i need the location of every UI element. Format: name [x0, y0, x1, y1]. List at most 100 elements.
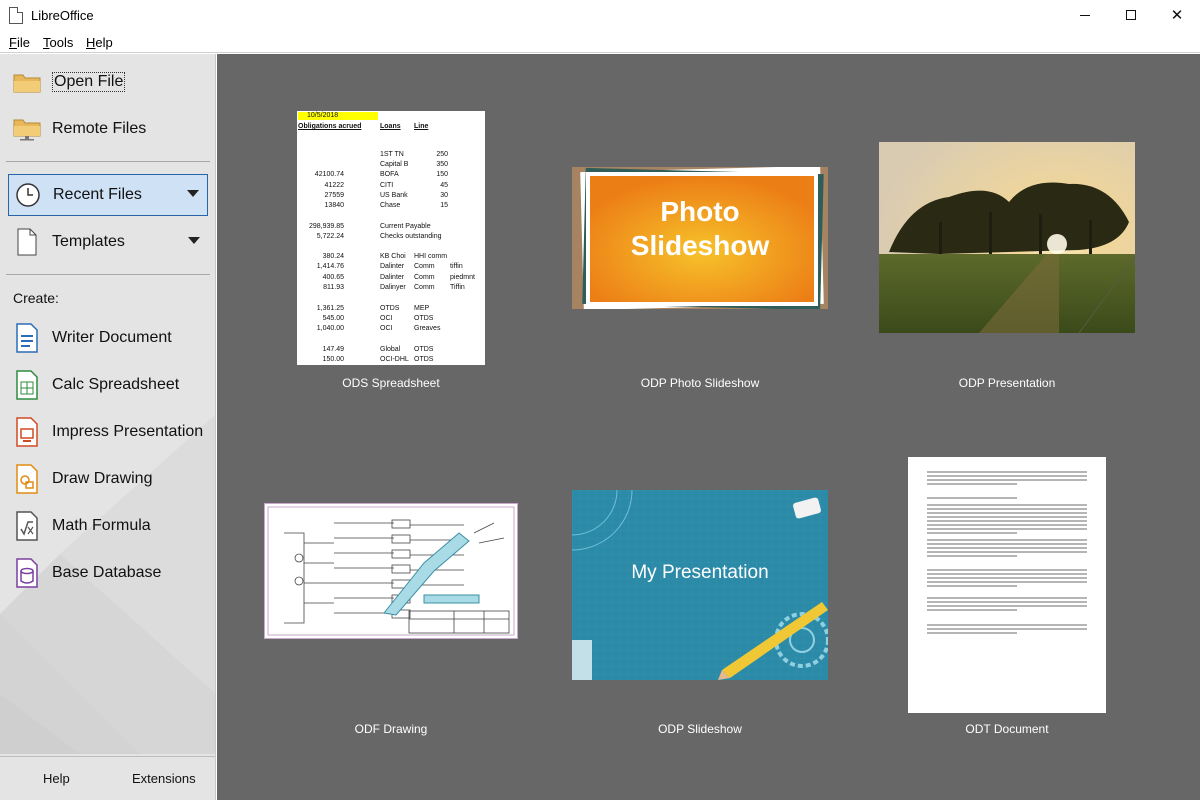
text-line [927, 520, 1087, 522]
text-line [927, 569, 1087, 571]
templates-label: Templates [52, 233, 125, 250]
sheet-cell: OTDS [380, 305, 400, 312]
text-line [927, 609, 1017, 611]
open-file-label: Open File [52, 72, 126, 92]
sheet-cell: BOFA [380, 171, 399, 178]
create-impress-presentation-button[interactable]: Impress Presentation [8, 412, 208, 452]
text-line [927, 601, 1087, 603]
sheet-cell: Current Payable [380, 223, 431, 230]
recent-document-thumbnail[interactable] [264, 503, 518, 639]
sheet-cell: Global [380, 346, 401, 353]
sidebar-divider [6, 274, 210, 275]
chevron-down-icon[interactable] [187, 190, 199, 197]
sheet-cell: OTDS [414, 315, 434, 322]
menu-bar: File Tools Help [0, 32, 1200, 53]
base-database-label: Base Database [52, 564, 162, 581]
menu-tools[interactable]: Tools [43, 35, 73, 50]
recent-document-thumbnail[interactable] [908, 457, 1106, 713]
recent-files-label: Recent Files [53, 186, 142, 203]
text-line [927, 581, 1087, 583]
recent-document-thumbnail[interactable]: Photo Slideshow [572, 165, 828, 311]
sheet-cell: 1,040.00 [316, 325, 344, 332]
create-heading: Create: [13, 290, 59, 306]
recent-document-caption: ODS Spreadsheet [342, 376, 440, 390]
folder-icon [12, 67, 42, 97]
writer-document-icon [12, 323, 42, 353]
writer-document-label: Writer Document [52, 329, 172, 346]
recent-document-thumbnail[interactable]: My Presentation [572, 490, 828, 680]
text-line [927, 573, 1087, 575]
menu-help-accel: H [86, 35, 96, 50]
text-line [927, 624, 1087, 626]
sheet-cell: 42100.74 [314, 171, 344, 178]
sheet-cell: 1ST TN [380, 151, 404, 158]
sheet-cell: Dalinter [380, 263, 405, 270]
help-button[interactable]: Help [43, 771, 70, 786]
start-center-sidebar: Open File Remote Files Recent Files Temp… [0, 54, 216, 800]
minimize-button[interactable] [1062, 0, 1108, 30]
menu-file[interactable]: File [9, 35, 30, 50]
templates-button[interactable]: Templates [8, 222, 208, 262]
chevron-down-icon[interactable] [188, 237, 200, 244]
sheet-cell: OCI [380, 325, 393, 332]
text-line [927, 475, 1087, 477]
create-draw-drawing-button[interactable]: Draw Drawing [8, 459, 208, 499]
recent-documents-view: 10/5/2018 Obligations acrued Loans Line … [217, 54, 1200, 800]
sheet-cell: 13840 [324, 202, 344, 209]
text-line [927, 632, 1017, 634]
text-line [927, 508, 1087, 510]
create-math-formula-button[interactable]: Math Formula [8, 506, 208, 546]
text-line [927, 512, 1087, 514]
calc-spreadsheet-icon [12, 370, 42, 400]
sheet-cell: 380.24 [322, 253, 344, 260]
sheet-cell: US Bank [380, 192, 408, 199]
base-database-icon [12, 558, 42, 588]
create-writer-document-button[interactable]: Writer Document [8, 318, 208, 358]
sheet-cell: 150 [436, 171, 448, 178]
clock-icon [13, 180, 43, 210]
math-formula-label: Math Formula [52, 517, 151, 534]
sidebar-footer: Help Extensions [0, 756, 215, 800]
impress-presentation-icon [12, 417, 42, 447]
text-line [927, 628, 1087, 630]
open-file-button[interactable]: Open File [8, 62, 208, 102]
extensions-button[interactable]: Extensions [132, 771, 196, 786]
sheet-cell: 250 [436, 151, 448, 158]
text-line [927, 483, 1017, 485]
remote-files-button[interactable]: Remote Files [8, 109, 208, 149]
sheet-cell: 15 [440, 202, 448, 209]
close-button[interactable]: ✕ [1154, 0, 1200, 30]
my-presentation-preview [572, 490, 828, 680]
create-base-database-button[interactable]: Base Database [8, 553, 208, 593]
create-calc-spreadsheet-button[interactable]: Calc Spreadsheet [8, 365, 208, 405]
sheet-cell: 400.65 [322, 274, 344, 281]
sheet-cell: CITI [380, 182, 394, 189]
libreoffice-document-icon [9, 7, 23, 24]
text-line [927, 547, 1087, 549]
text-line [927, 479, 1087, 481]
sheet-cell: OCI-DHL [380, 356, 409, 363]
sheet-cell: Comm [414, 263, 435, 270]
draw-drawing-icon [12, 464, 42, 494]
recent-files-button[interactable]: Recent Files [8, 174, 208, 216]
recent-document-thumbnail[interactable] [879, 142, 1135, 333]
title-bar: LibreOffice ✕ [0, 0, 1200, 32]
sheet-cell: 27559 [324, 192, 344, 199]
maximize-button[interactable] [1108, 0, 1154, 30]
sheet-cell: 41222 [324, 182, 344, 189]
sheet-cell: tiffin [450, 263, 463, 270]
recent-document-thumbnail[interactable]: 10/5/2018 Obligations acrued Loans Line … [297, 111, 485, 365]
recent-document-caption: ODP Presentation [958, 376, 1056, 390]
sheet-cell: 45 [440, 182, 448, 189]
recent-document-caption: ODF Drawing [354, 722, 428, 736]
template-icon [12, 227, 42, 257]
sheet-cell: Capital B [380, 161, 409, 168]
menu-help[interactable]: Help [86, 35, 113, 50]
sheet-cell: 5,722.24 [316, 233, 344, 240]
text-line [927, 543, 1087, 545]
text-line [927, 539, 1087, 541]
sheet-cell: OTDS [414, 346, 434, 353]
text-line [927, 585, 1017, 587]
text-line [927, 516, 1087, 518]
text-line [927, 528, 1087, 530]
